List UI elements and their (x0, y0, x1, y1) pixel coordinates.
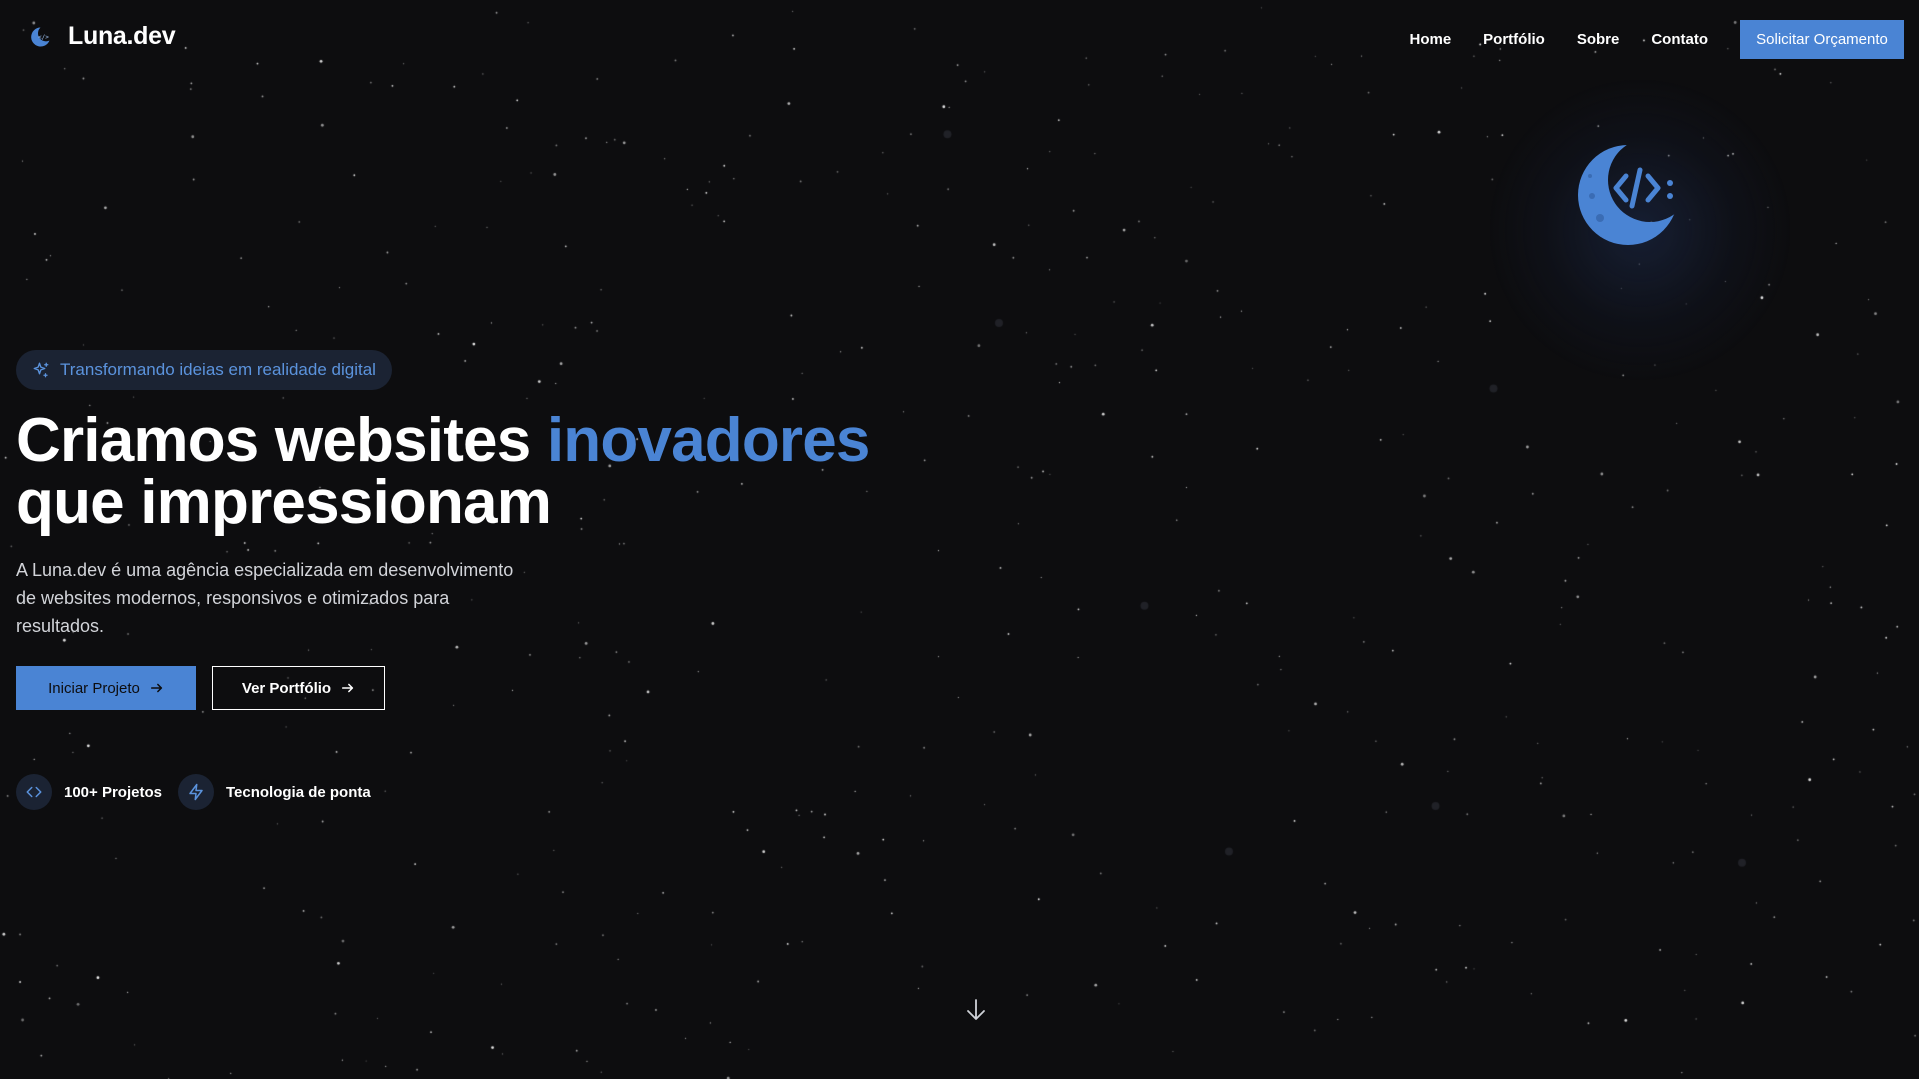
code-icon (26, 786, 42, 798)
brand-name: Luna.dev (68, 22, 176, 50)
tagline-text: Transformando ideias em realidade digita… (60, 360, 376, 379)
arrow-right-icon (150, 683, 163, 693)
brand-home-link[interactable]: </> Luna.dev (28, 22, 176, 51)
feature-icon-badge (16, 774, 52, 810)
feature-label: 100+ Projetos (64, 783, 162, 801)
site-header: </> Luna.dev Home Portfólio Sobre Contat… (0, 0, 1919, 80)
feature-icon-badge (177, 774, 214, 810)
svg-text:</>: </> (38, 34, 49, 41)
feature-projects: 100+ Projetos (16, 774, 162, 810)
feature-technology: Tecnologia de ponta (177, 774, 371, 810)
hero-description: A Luna.dev é uma agência especializada e… (16, 560, 514, 636)
lightning-icon (189, 783, 203, 801)
view-portfolio-label: Ver Portfólio (241, 679, 332, 697)
hero-section: Transformando ideias em realidade digita… (16, 350, 916, 810)
start-project-label: Iniciar Projeto (48, 679, 140, 697)
headline-accent: inovadores (546, 406, 871, 475)
arrow-down-icon[interactable] (965, 998, 987, 1022)
tagline-badge: Transformando ideias em realidade digita… (16, 350, 392, 390)
sparkles-icon (33, 362, 49, 378)
crescent-moon-code-icon: </> (31, 27, 50, 46)
request-quote-button[interactable]: Solicitar Orçamento (1740, 20, 1904, 59)
feature-label: Tecnologia de ponta (225, 783, 371, 801)
nav-about-link[interactable]: Sobre (1577, 31, 1620, 48)
arrow-right-icon (342, 683, 354, 693)
headline-part2: que impressionam (16, 468, 552, 537)
crescent-moon-code-icon (1578, 145, 1678, 245)
nav-contact-link[interactable]: Contato (1651, 31, 1708, 48)
main-nav: Home Portfólio Sobre Contato Solicitar O… (1409, 20, 1904, 59)
hero-headline: Criamos websites inovadores que impressio… (16, 410, 916, 534)
hero-features: 100+ Projetos Tecnologia de ponta (16, 774, 916, 810)
view-portfolio-button[interactable]: Ver Portfólio (212, 666, 385, 710)
nav-portfolio-link[interactable]: Portfólio (1483, 31, 1545, 48)
page: </> Luna.dev Home Portfólio Sobre Contat… (0, 0, 1919, 1079)
nav-home-link[interactable]: Home (1409, 31, 1451, 48)
hero-actions: Iniciar Projeto Ver Portfólio (16, 666, 916, 710)
headline-part1: Criamos websites (16, 406, 547, 475)
start-project-button[interactable]: Iniciar Projeto (16, 666, 196, 710)
